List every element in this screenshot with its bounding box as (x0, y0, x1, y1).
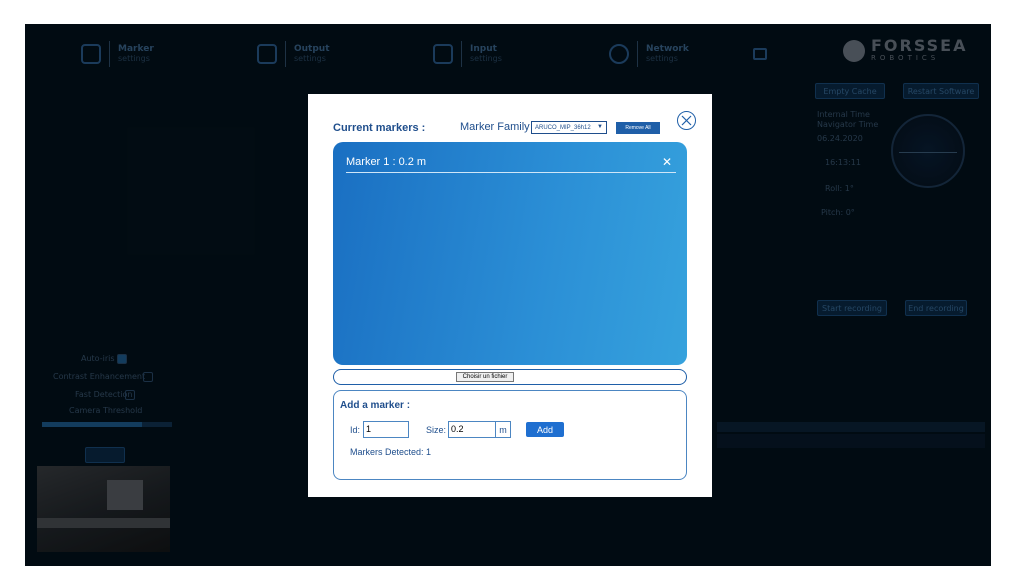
app-window: Marker settings Output settings Input se… (25, 24, 991, 566)
choose-file-button[interactable]: Choisir un fichier (456, 372, 514, 382)
id-label: Id: (350, 425, 361, 435)
id-input[interactable]: 1 (363, 421, 409, 438)
unit-label: m (495, 421, 511, 438)
marker-item-label: Marker 1 : 0.2 m (346, 156, 427, 168)
modal-title: Current markers : (333, 122, 426, 134)
size-label: Size: (426, 425, 447, 435)
file-input[interactable]: Choisir un fichier (333, 369, 687, 385)
marker-family-value: ARUCO_MIP_36h12 (535, 124, 591, 131)
chevron-down-icon: ▼ (597, 124, 603, 130)
markers-modal: Current markers : Marker Family ARUCO_MI… (308, 94, 712, 497)
add-marker-button[interactable]: Add (526, 422, 564, 437)
add-marker-section: Add a marker : Id: 1 Size: 0.2 m Add Mar… (333, 390, 687, 480)
close-modal-button[interactable] (677, 111, 696, 130)
size-input[interactable]: 0.2 (448, 421, 496, 438)
markers-detected-status: Markers Detected: 1 (350, 447, 432, 457)
marker-family-label: Marker Family (460, 121, 530, 133)
delete-marker-button[interactable]: ✕ (662, 155, 672, 169)
remove-all-button[interactable]: Remove All (616, 122, 660, 134)
marker-item: Marker 1 : 0.2 m ✕ (346, 155, 676, 173)
markers-list: Marker 1 : 0.2 m ✕ (333, 142, 687, 365)
marker-family-select[interactable]: ARUCO_MIP_36h12 ▼ (531, 121, 607, 134)
add-marker-title: Add a marker : (340, 400, 411, 411)
close-circle-icon (681, 115, 692, 126)
